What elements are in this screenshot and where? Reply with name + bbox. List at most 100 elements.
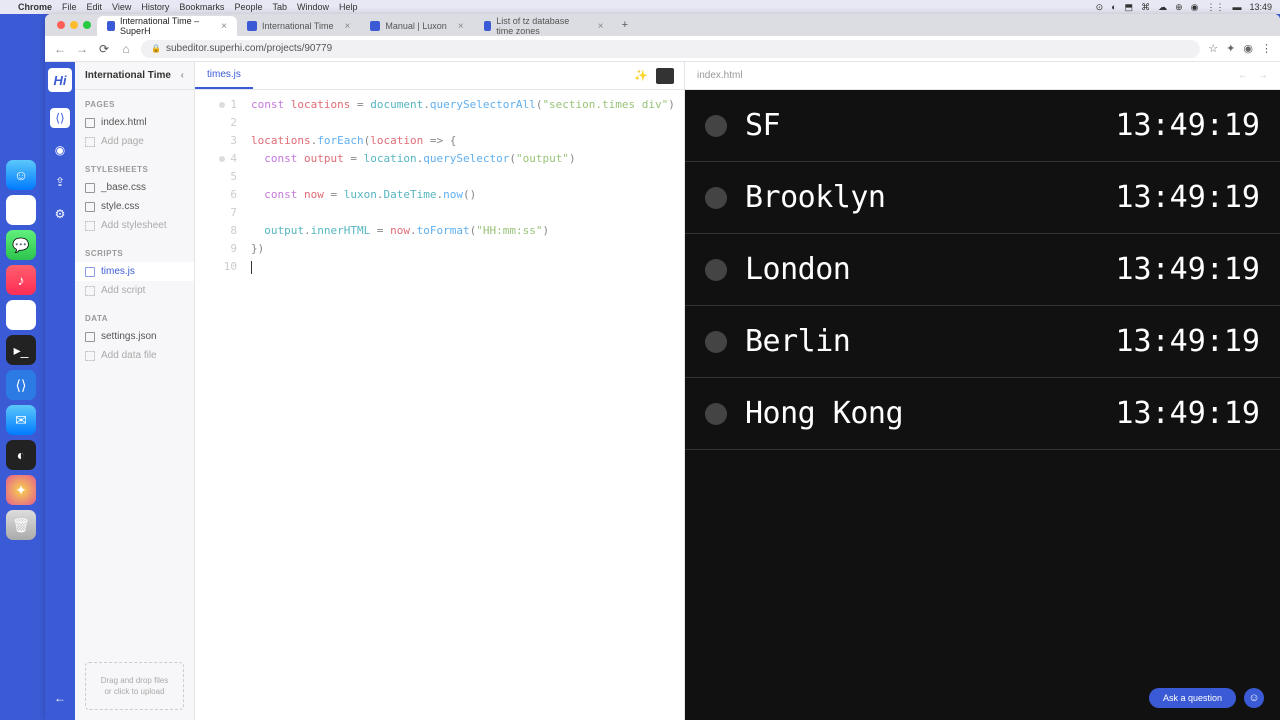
- city-row: Berlin13:49:19: [685, 306, 1280, 378]
- close-icon[interactable]: ×: [221, 21, 227, 32]
- url-text: subeditor.superhi.com/projects/90779: [166, 43, 332, 54]
- dock-slack[interactable]: ✱: [6, 300, 36, 330]
- menubar-icon[interactable]: ⌘: [1141, 2, 1150, 13]
- ask-question-button[interactable]: Ask a question: [1149, 688, 1236, 708]
- minimize-window[interactable]: [70, 21, 78, 29]
- close-icon[interactable]: ×: [458, 21, 464, 32]
- menu-people[interactable]: People: [234, 2, 262, 12]
- dock-messages[interactable]: 💬: [6, 230, 36, 260]
- file-item[interactable]: settings.json: [75, 327, 194, 346]
- new-tab-button[interactable]: +: [614, 19, 636, 31]
- dock-figma[interactable]: ◐: [6, 440, 36, 470]
- city-name: Hong Kong: [745, 396, 903, 431]
- add-file[interactable]: Add script: [75, 281, 194, 300]
- browser-tab[interactable]: Manual | Luxon×: [360, 16, 473, 36]
- dock-terminal[interactable]: ▸_: [6, 335, 36, 365]
- home-button[interactable]: ⌂: [119, 42, 133, 56]
- battery-icon[interactable]: ▬: [1232, 2, 1241, 12]
- preview-header: index.html ← →: [685, 62, 1280, 90]
- preview-back[interactable]: ←: [1238, 70, 1248, 81]
- share-icon[interactable]: ⇪: [50, 172, 70, 192]
- wifi-icon[interactable]: ⋮⋮: [1206, 2, 1224, 13]
- editor-tabs: times.js ✨: [195, 62, 684, 90]
- menu-icon[interactable]: ⋮: [1261, 42, 1272, 55]
- maximize-window[interactable]: [83, 21, 91, 29]
- dock-finder[interactable]: ☺: [6, 160, 36, 190]
- menu-window[interactable]: Window: [297, 2, 329, 12]
- file-icon: [85, 183, 95, 193]
- code-area[interactable]: 12345678910 const locations = document.q…: [195, 90, 684, 720]
- file-item[interactable]: _base.css: [75, 178, 194, 197]
- forward-button[interactable]: →: [75, 42, 89, 56]
- add-file[interactable]: Add page: [75, 132, 194, 151]
- reload-button[interactable]: ⟳: [97, 42, 111, 56]
- preview-icon[interactable]: ◉: [50, 140, 70, 160]
- superhi-logo[interactable]: Hi: [48, 68, 72, 92]
- city-time: 13:49:19: [1116, 324, 1261, 359]
- profile-icon[interactable]: ◉: [1243, 42, 1253, 55]
- file-item[interactable]: style.css: [75, 197, 194, 216]
- menu-tab[interactable]: Tab: [272, 2, 287, 12]
- smiley-icon[interactable]: ☺: [1244, 688, 1264, 708]
- add-file[interactable]: Add data file: [75, 346, 194, 365]
- menubar-icon[interactable]: ◉: [1191, 2, 1199, 13]
- dock-music[interactable]: ♪: [6, 265, 36, 295]
- browser-tab[interactable]: International Time – SuperH×: [97, 16, 237, 36]
- browser-tab[interactable]: List of tz database time zones×: [474, 16, 614, 36]
- app-body: Hi ⟨⟩ ◉ ⇪ ⚙ ← International Time ‹ PAGES…: [45, 62, 1280, 720]
- project-header[interactable]: International Time ‹: [75, 62, 194, 90]
- dock-trash[interactable]: 🗑: [6, 510, 36, 540]
- menubar-icon[interactable]: ⬒: [1125, 2, 1134, 13]
- city-indicator-dot: [705, 403, 727, 425]
- dock-chrome[interactable]: ◉: [6, 195, 36, 225]
- dock-vscode[interactable]: ⟨⟩: [6, 370, 36, 400]
- editor-tab-active[interactable]: times.js: [195, 62, 253, 89]
- favicon: [484, 21, 492, 31]
- back-button[interactable]: ←: [53, 42, 67, 56]
- preview-forward[interactable]: →: [1258, 70, 1268, 81]
- browser-tab[interactable]: International Time×: [237, 16, 360, 36]
- back-arrow-icon[interactable]: ←: [50, 688, 70, 708]
- section-label: STYLESHEETS: [75, 165, 194, 178]
- city-row: SF13:49:19: [685, 90, 1280, 162]
- close-icon[interactable]: ×: [598, 21, 604, 32]
- file-item[interactable]: times.js: [75, 262, 194, 281]
- city-name: SF: [745, 108, 780, 143]
- menu-view[interactable]: View: [112, 2, 131, 12]
- close-window[interactable]: [57, 21, 65, 29]
- dock-app[interactable]: ✦: [6, 475, 36, 505]
- favicon: [107, 21, 115, 31]
- menubar-icon[interactable]: ⊕: [1175, 2, 1183, 13]
- plus-icon: [85, 137, 95, 147]
- file-icon: [85, 202, 95, 212]
- menu-edit[interactable]: Edit: [87, 2, 103, 12]
- dock-mail[interactable]: ✉: [6, 405, 36, 435]
- extensions-icon[interactable]: ✦: [1226, 42, 1235, 55]
- help-bar: Ask a question ☺: [1149, 688, 1264, 708]
- add-file[interactable]: Add stylesheet: [75, 216, 194, 235]
- preview-panel: index.html ← → SF13:49:19Brooklyn13:49:1…: [684, 62, 1280, 720]
- menu-bookmarks[interactable]: Bookmarks: [179, 2, 224, 12]
- menu-help[interactable]: Help: [339, 2, 358, 12]
- clock[interactable]: 13:49: [1249, 2, 1272, 12]
- preview-output: SF13:49:19Brooklyn13:49:19London13:49:19…: [685, 90, 1280, 720]
- upload-dropzone[interactable]: Drag and drop files or click to upload: [85, 662, 184, 710]
- menubar-icon[interactable]: ⊙: [1096, 2, 1104, 13]
- settings-icon[interactable]: ⚙: [50, 204, 70, 224]
- close-icon[interactable]: ×: [345, 21, 351, 32]
- menu-file[interactable]: File: [62, 2, 77, 12]
- star-icon[interactable]: ☆: [1208, 42, 1218, 55]
- app-name[interactable]: Chrome: [18, 2, 52, 12]
- favicon: [370, 21, 380, 31]
- city-indicator-dot: [705, 187, 727, 209]
- tab-bar: International Time – SuperH×Internationa…: [45, 14, 1280, 36]
- menubar-icon[interactable]: ◐: [1111, 2, 1116, 12]
- layout-toggle[interactable]: [656, 68, 674, 84]
- menubar-icon[interactable]: ☁: [1158, 2, 1167, 13]
- magic-icon[interactable]: ✨: [632, 68, 650, 84]
- collapse-icon[interactable]: ‹: [181, 70, 184, 81]
- menu-history[interactable]: History: [141, 2, 169, 12]
- file-item[interactable]: index.html: [75, 113, 194, 132]
- address-bar[interactable]: 🔒 subeditor.superhi.com/projects/90779: [141, 40, 1200, 58]
- code-icon[interactable]: ⟨⟩: [50, 108, 70, 128]
